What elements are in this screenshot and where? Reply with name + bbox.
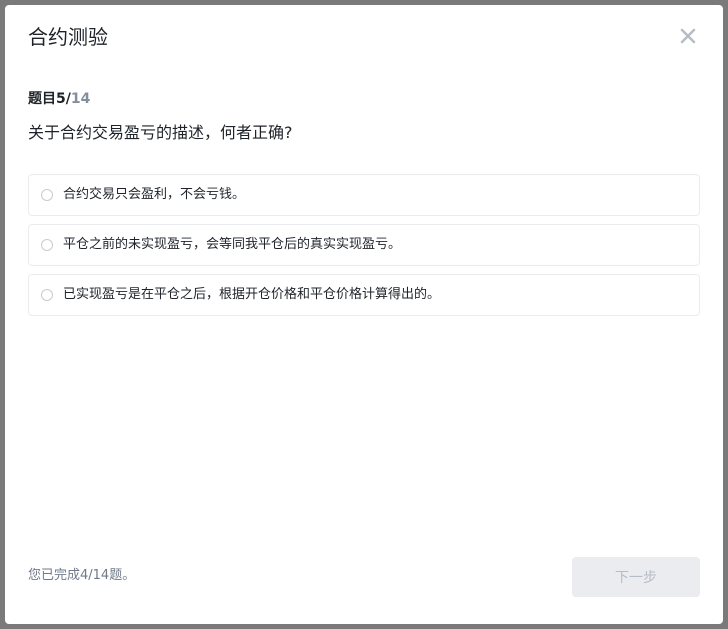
close-icon [680, 28, 696, 44]
modal-title: 合约测验 [28, 25, 108, 49]
answer-option[interactable]: 平仓之前的未实现盈亏，会等同我平仓后的真实实现盈亏。 [28, 224, 700, 266]
answer-option[interactable]: 合约交易只会盈利，不会亏钱。 [28, 174, 700, 216]
radio-button[interactable] [41, 289, 53, 301]
radio-button[interactable] [41, 189, 53, 201]
quiz-modal: 合约测验 题目5/14 关于合约交易盈亏的描述，何者正确? 合约交易只会盈利，不… [5, 5, 723, 624]
answer-option-label: 合约交易只会盈利，不会亏钱。 [63, 187, 246, 202]
answer-option[interactable]: 已实现盈亏是在平仓之后，根据开仓价格和平仓价格计算得出的。 [28, 274, 700, 316]
progress-current: 5/ [56, 91, 71, 107]
close-button[interactable] [677, 25, 699, 47]
progress-total: 14 [70, 91, 91, 107]
question-text: 关于合约交易盈亏的描述，何者正确? [28, 123, 293, 142]
question-progress: 题目5/14 [28, 89, 90, 109]
next-button[interactable]: 下一步 [572, 557, 700, 597]
answer-option-label: 已实现盈亏是在平仓之后，根据开仓价格和平仓价格计算得出的。 [63, 287, 441, 302]
progress-label: 题目 [28, 91, 56, 107]
answer-option-label: 平仓之前的未实现盈亏，会等同我平仓后的真实实现盈亏。 [63, 237, 402, 252]
answer-options: 合约交易只会盈利，不会亏钱。 平仓之前的未实现盈亏，会等同我平仓后的真实实现盈亏… [28, 174, 700, 324]
completion-status: 您已完成4/14题。 [28, 568, 136, 583]
radio-button[interactable] [41, 239, 53, 251]
